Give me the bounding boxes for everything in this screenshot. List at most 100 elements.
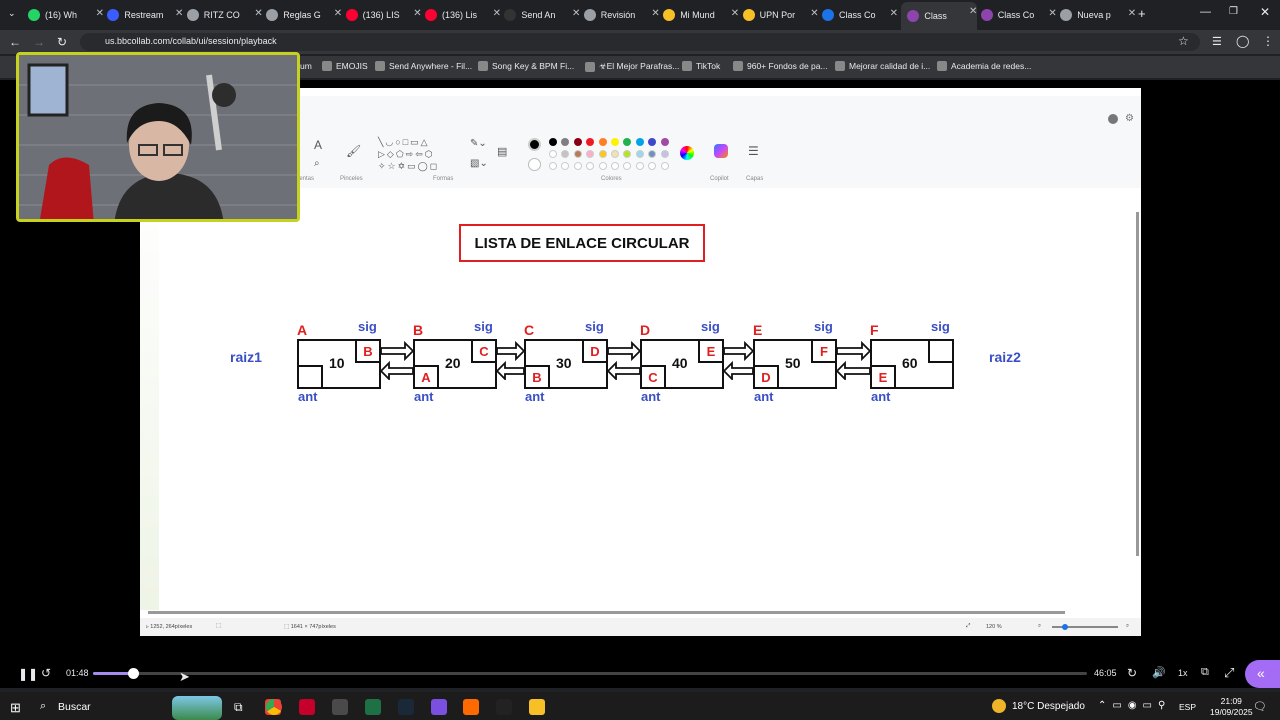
fill-icon[interactable]: ▧⌄ [470,158,488,169]
tab-close-icon[interactable]: ✕ [969,6,977,17]
file-explorer-icon[interactable] [529,699,545,715]
fullscreen-icon[interactable]: ⤢ [1224,665,1234,681]
browser-tab[interactable]: Revisión ✕ [583,4,660,26]
excel-icon[interactable] [365,699,381,715]
tab-close-icon[interactable]: ✕ [175,8,183,19]
browser-tab[interactable]: Class ✕ [901,2,978,30]
custom-color-slot[interactable] [573,162,582,170]
clock[interactable]: 21:09 19/09/2025 [1210,696,1253,718]
color2-swatch[interactable] [528,158,541,171]
settings-icon[interactable]: ⚙ [1125,113,1134,124]
zoom-level[interactable]: 120 % [986,624,1002,630]
custom-color-slot[interactable] [660,162,669,170]
tab-close-icon[interactable]: ✕ [493,8,501,19]
vertical-scrollbar[interactable] [1136,212,1139,556]
notifications-icon[interactable]: 🗨 [1253,700,1267,713]
browser-tab[interactable]: (136) Lis ✕ [425,4,501,26]
custom-color-slot[interactable] [611,162,619,170]
tab-close-icon[interactable]: ✕ [96,8,104,19]
brush-icon[interactable]: 🖌 [346,144,361,158]
browser-tab[interactable]: Send An ✕ [504,4,580,26]
tab-close-icon[interactable]: ✕ [890,8,898,19]
bookmark-item[interactable]: Song Key & BPM Fi... [478,61,574,71]
steam-icon[interactable] [398,699,414,715]
captions-icon[interactable]: ⧉ [1201,666,1209,679]
browser-tab[interactable]: Reglas G ✕ [266,4,342,26]
outline-icon[interactable]: ✎⌄ [470,138,487,149]
tab-close-icon[interactable]: ✕ [413,8,421,19]
color-swatch[interactable] [549,138,557,146]
bookmark-item[interactable]: ☣El Mejor Parafras... [585,61,679,72]
tab-search-icon[interactable]: ⌄ [8,8,16,19]
forward-icon-player[interactable]: ↻ [1127,666,1137,680]
fit-icon[interactable]: ⤢ [966,623,970,630]
zoom-out-icon[interactable]: ⌕ [1038,623,1041,630]
browser-tab[interactable]: Class Co ✕ [822,4,898,26]
bookmark-item[interactable]: 960+ Fondos de pa... [733,61,828,71]
tab-close-icon[interactable]: ✕ [1048,8,1056,19]
new-tab-button[interactable]: + [1138,6,1146,21]
browser-tab[interactable]: (136) LIS ✕ [345,4,422,26]
tab-close-icon[interactable]: ✕ [254,8,262,19]
color-swatch[interactable] [598,138,607,146]
tab-close-icon[interactable]: ✕ [334,8,342,19]
rewind-icon[interactable]: ↺ [41,666,51,680]
opera-icon[interactable] [299,699,315,715]
color1-swatch[interactable] [528,138,541,151]
custom-color-slot[interactable] [598,162,607,170]
custom-color-slot[interactable] [549,162,557,170]
account-icon[interactable] [1108,114,1118,124]
seek-thumb[interactable] [127,668,139,679]
bookmark-item[interactable]: Send Anywhere - Fil... [375,61,472,71]
taskbar-search[interactable]: Buscar [58,701,91,713]
color-swatch[interactable] [549,150,557,158]
color-swatch[interactable] [635,138,644,146]
zoom-slider-thumb[interactable] [1062,624,1068,630]
browser-tab[interactable]: Nueva p ✕ [1060,4,1136,26]
tray-icons[interactable]: ⌃▭◉▭⚲ [1098,700,1171,711]
tab-close-icon[interactable]: ✕ [1128,8,1136,19]
maximize-icon[interactable]: ❐ [1229,6,1238,17]
layers-icon[interactable]: ☰ [748,144,759,158]
discord-icon[interactable] [431,699,447,715]
reading-list-icon[interactable]: ☰ [1212,35,1222,48]
capcut-icon[interactable] [496,699,512,715]
browser-tab[interactable]: Restream ✕ [107,4,183,26]
color-swatch[interactable] [573,138,582,146]
windows-start-icon[interactable]: ⊞ [10,700,21,716]
chrome-icon[interactable] [266,699,282,715]
browser-tab[interactable]: UPN Por ✕ [742,4,819,26]
bookmark-item[interactable]: Academia de redes... [937,61,1031,71]
bookmark-item[interactable]: Mejorar calidad de i... [835,61,930,71]
browser-tab[interactable]: Mi Mund ✕ [663,4,739,26]
obs-icon[interactable] [332,699,348,715]
browser-tab[interactable]: (16) Wh ✕ [28,4,104,26]
speed-button[interactable]: 1x [1178,668,1188,678]
tab-close-icon[interactable]: ✕ [731,8,739,19]
reload-icon[interactable]: ↻ [57,35,67,49]
custom-color-slot[interactable] [635,162,644,170]
color-swatch[interactable] [573,150,582,158]
size-icon[interactable]: ▤ [497,145,507,158]
profile-icon[interactable]: ◯ [1236,34,1249,48]
bookmark-item[interactable]: TikTok [682,61,720,71]
color-swatch[interactable] [598,150,607,158]
browser-tab[interactable]: RITZ CO ✕ [186,4,263,26]
bookmark-item[interactable]: EMOJIS [322,61,368,71]
color-swatch[interactable] [660,138,669,146]
address-bar[interactable]: us.bbcollab.com/collab/ui/session/playba… [80,33,1200,51]
task-view-icon[interactable]: ⧉ [234,700,243,715]
horizontal-scrollbar[interactable] [148,611,1065,614]
weather-text[interactable]: 18°C Despejado [1012,701,1085,712]
bookmark-star-icon[interactable]: ☆ [1178,34,1189,48]
browser-tab[interactable]: Class Co ✕ [980,4,1057,26]
minimize-icon[interactable]: — [1200,6,1211,18]
bookmark-item[interactable]: um [300,61,312,71]
volume-icon[interactable]: 🔊 [1152,666,1166,679]
zoom-tool-icon[interactable]: ⌕ [314,158,320,169]
pause-icon[interactable]: ❚❚ [18,667,38,681]
seek-bar[interactable] [93,672,1087,675]
collapse-panel-button[interactable]: « [1245,660,1280,688]
shapes-gallery[interactable]: ╲◡○□▭△ ▷◇⬠⇨⇦⬡ ✧☆✡▭◯◻ [378,136,456,172]
menu-icon[interactable]: ⋮ [1262,34,1274,48]
